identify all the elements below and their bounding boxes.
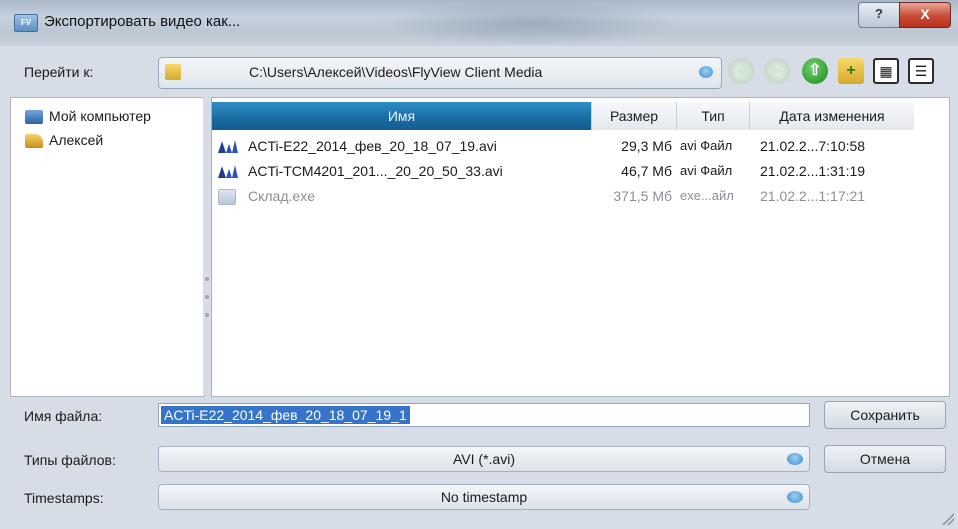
save-button[interactable]: Сохранить bbox=[824, 401, 946, 429]
column-header-name[interactable]: Имя bbox=[212, 102, 592, 130]
file-date: 21.02.2...1:17:21 bbox=[760, 188, 866, 204]
user-folder-icon bbox=[25, 134, 43, 148]
up-folder-icon[interactable]: ⇧ bbox=[802, 58, 828, 84]
path-text: C:\Users\Алексей\Videos\FlyView Client M… bbox=[249, 64, 543, 80]
file-size: 46,7 Мб bbox=[621, 163, 672, 179]
new-folder-icon[interactable]: + bbox=[838, 58, 864, 84]
cancel-button[interactable]: Отмена bbox=[824, 445, 946, 473]
app-icon: FV bbox=[14, 14, 38, 32]
splitter-grip-dot bbox=[205, 277, 209, 281]
dropdown-arrow-icon[interactable] bbox=[699, 66, 713, 78]
splitter-grip-dot bbox=[205, 295, 209, 299]
path-label: Перейти к: bbox=[24, 64, 94, 80]
file-type: avi Файл bbox=[680, 138, 733, 153]
title-bar[interactable]: FV Экспортировать видео как... ? X bbox=[0, 0, 958, 46]
file-date: 21.02.2...1:31:19 bbox=[760, 163, 866, 179]
exe-file-icon bbox=[218, 189, 236, 205]
column-header-date[interactable]: Дата изменения bbox=[750, 102, 914, 130]
file-name: ACTi-E22_2014_фев_20_18_07_19.avi bbox=[248, 138, 497, 154]
table-row[interactable]: ACTi-TCM4201_201..._20_20_50_33.avi 46,7… bbox=[212, 161, 949, 183]
file-name: Склад.exe bbox=[248, 188, 315, 204]
filetype-select[interactable]: AVI (*.avi) bbox=[158, 446, 810, 472]
view-thumbnails-icon[interactable]: ▦ bbox=[873, 58, 899, 84]
file-size: 371,5 Мб bbox=[613, 188, 672, 204]
path-combobox[interactable]: C:\Users\Алексей\Videos\FlyView Client M… bbox=[158, 57, 722, 89]
splitter-grip-dot bbox=[205, 313, 209, 317]
dropdown-arrow-icon[interactable] bbox=[787, 491, 803, 503]
filetype-label: Типы файлов: bbox=[24, 452, 116, 468]
computer-icon bbox=[25, 110, 43, 124]
timestamps-value: No timestamp bbox=[440, 489, 528, 505]
table-row[interactable]: ACTi-E22_2014_фев_20_18_07_19.avi 29,3 М… bbox=[212, 136, 949, 158]
video-file-icon bbox=[218, 165, 238, 178]
export-video-dialog: FV Экспортировать видео как... ? X Перей… bbox=[0, 0, 958, 529]
pane-splitter[interactable] bbox=[203, 97, 211, 395]
file-type: avi Файл bbox=[680, 163, 733, 178]
video-file-icon bbox=[218, 140, 238, 153]
file-date: 21.02.2...7:10:58 bbox=[760, 138, 866, 154]
view-details-icon[interactable]: ☰ bbox=[908, 58, 934, 84]
sidebar-item-label: Мой компьютер bbox=[49, 108, 151, 124]
close-button[interactable]: X bbox=[899, 2, 951, 28]
help-button[interactable]: ? bbox=[858, 2, 900, 28]
file-list: Имя Размер Тип Дата изменения ACTi-E22_2… bbox=[211, 97, 950, 397]
timestamps-select[interactable]: No timestamp bbox=[158, 484, 810, 510]
sidebar-item-label: Алексей bbox=[49, 132, 104, 148]
back-icon[interactable]: ◀ bbox=[728, 58, 754, 84]
filename-value: ACTi-E22_2014_фев_20_18_07_19_1 bbox=[161, 406, 410, 424]
filename-field[interactable]: ACTi-E22_2014_фев_20_18_07_19_1 bbox=[158, 403, 810, 427]
dropdown-arrow-icon[interactable] bbox=[787, 453, 803, 465]
column-header-type[interactable]: Тип bbox=[677, 102, 750, 130]
forward-icon[interactable]: ▶ bbox=[764, 58, 790, 84]
resize-grip-icon[interactable] bbox=[942, 513, 954, 525]
file-name: ACTi-TCM4201_201..._20_20_50_33.avi bbox=[248, 163, 503, 179]
timestamps-label: Timestamps: bbox=[24, 490, 104, 506]
file-size: 29,3 Мб bbox=[621, 138, 672, 154]
file-type: exe...айл bbox=[680, 188, 734, 203]
sidebar: Мой компьютер Алексей bbox=[10, 97, 205, 397]
filetype-value: AVI (*.avi) bbox=[453, 451, 515, 467]
window-title: Экспортировать видео как... bbox=[44, 13, 241, 30]
filename-label: Имя файла: bbox=[24, 408, 103, 424]
column-header-size[interactable]: Размер bbox=[592, 102, 677, 130]
table-row[interactable]: Склад.exe 371,5 Мб exe...айл 21.02.2...1… bbox=[212, 186, 949, 208]
folder-icon bbox=[165, 64, 181, 80]
